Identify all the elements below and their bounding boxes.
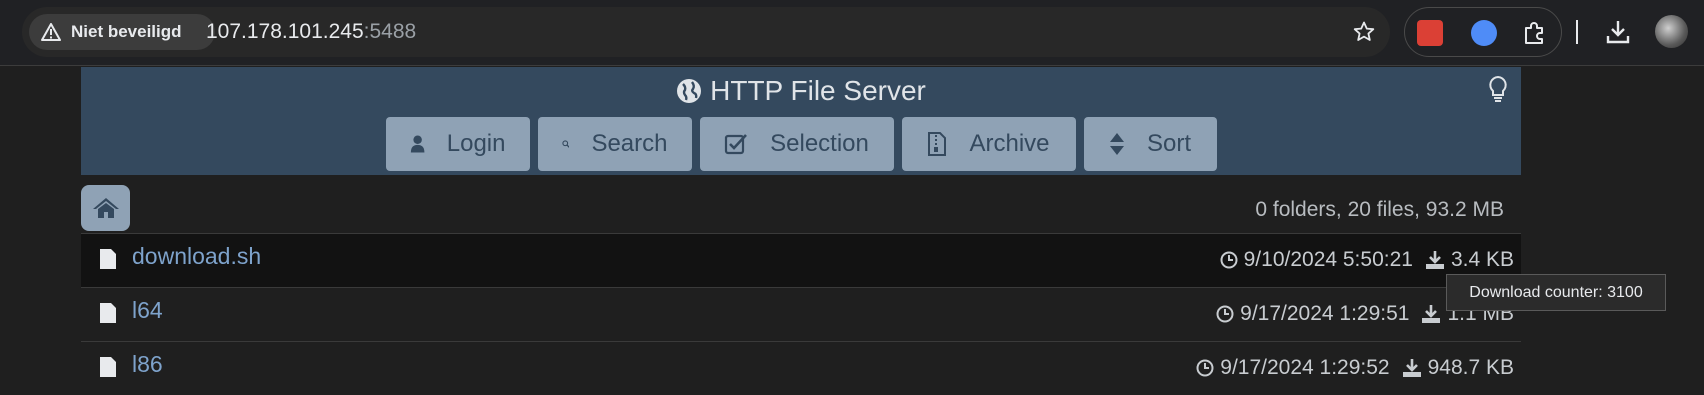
downloads-icon[interactable]	[1604, 18, 1632, 46]
file-row[interactable]: l86 9/17/2024 1:29:52 948.7 KB	[81, 341, 1521, 395]
archive-label: Archive	[969, 130, 1050, 157]
page-title: HTTP File Server	[81, 75, 1521, 107]
file-icon	[100, 357, 116, 377]
file-meta: 9/10/2024 5:50:21 3.4 KB	[1220, 248, 1514, 272]
lightbulb-icon[interactable]	[1487, 75, 1509, 103]
clock-icon	[1216, 305, 1234, 323]
main-toolbar: Login Search Selection Archive Sort	[81, 117, 1521, 171]
browser-toolbar: Niet beveiligd 107.178.101.245:5488	[0, 0, 1704, 66]
download-icon[interactable]	[1421, 304, 1441, 324]
sort-button[interactable]: Sort	[1083, 117, 1217, 171]
page-title-text: HTTP File Server	[710, 75, 926, 106]
download-icon[interactable]	[1425, 250, 1445, 270]
file-link[interactable]: l86	[132, 351, 163, 378]
file-row[interactable]: l64 9/17/2024 1:29:51 1.1 MB	[81, 287, 1521, 341]
clock-icon	[1220, 251, 1238, 269]
download-icon[interactable]	[1402, 358, 1422, 378]
home-icon	[92, 198, 119, 218]
extensions-group	[1404, 7, 1562, 57]
file-link[interactable]: l64	[132, 297, 163, 324]
file-date: 9/17/2024 1:29:51	[1240, 302, 1410, 325]
file-row[interactable]: download.sh 9/10/2024 5:50:21 3.4 KB	[81, 233, 1521, 287]
globe-icon	[677, 79, 702, 103]
user-icon	[410, 135, 424, 153]
login-button[interactable]: Login	[385, 117, 530, 171]
page-header: HTTP File Server Login Search Selection …	[81, 67, 1521, 175]
selection-label: Selection	[770, 130, 869, 157]
clock-icon	[1196, 359, 1214, 377]
file-size: 3.4 KB	[1450, 248, 1514, 271]
profile-avatar[interactable]	[1655, 15, 1688, 48]
warning-icon	[41, 23, 61, 41]
checkbox-icon	[725, 134, 748, 155]
folder-summary: 0 folders, 20 files, 93.2 MB	[1255, 198, 1504, 221]
sort-label: Sort	[1146, 130, 1191, 157]
file-size: 948.7 KB	[1427, 356, 1514, 379]
search-label: Search	[591, 130, 668, 157]
extensions-puzzle-icon[interactable]	[1521, 20, 1547, 46]
sort-icon	[1109, 133, 1124, 155]
address-bar[interactable]: Niet beveiligd 107.178.101.245:5488	[22, 7, 1390, 57]
search-icon	[561, 140, 570, 148]
login-label: Login	[446, 130, 506, 157]
file-icon	[100, 303, 116, 323]
archive-file-icon	[928, 132, 947, 156]
url-host: 107.178.101.245	[206, 20, 364, 43]
file-link[interactable]: download.sh	[132, 243, 261, 270]
bookmark-extension-icon[interactable]	[1471, 20, 1497, 46]
security-label: Niet beveiligd	[71, 22, 182, 41]
file-list: download.sh 9/10/2024 5:50:21 3.4 KB l64	[81, 233, 1521, 395]
selection-button[interactable]: Selection	[699, 117, 894, 171]
toolbar-divider	[1576, 20, 1578, 44]
url-text[interactable]: 107.178.101.245:5488	[206, 7, 416, 57]
file-date: 9/10/2024 5:50:21	[1243, 248, 1413, 271]
file-date: 9/17/2024 1:29:52	[1220, 356, 1390, 379]
home-button[interactable]	[81, 185, 130, 231]
file-icon	[100, 249, 116, 269]
security-chip[interactable]: Niet beveiligd	[29, 14, 215, 50]
file-meta: 9/17/2024 1:29:52 948.7 KB	[1196, 356, 1514, 380]
url-port: :5488	[363, 20, 417, 43]
bookmark-star-icon[interactable]	[1352, 20, 1376, 44]
search-button[interactable]: Search	[537, 117, 692, 171]
archive-button[interactable]: Archive	[901, 117, 1076, 171]
folder-nav-row: 0 folders, 20 files, 93.2 MB	[81, 183, 1521, 233]
todoist-extension-icon[interactable]	[1417, 20, 1443, 46]
file-server-page: HTTP File Server Login Search Selection …	[81, 67, 1521, 395]
download-counter-tooltip: Download counter: 3100	[1446, 274, 1666, 311]
